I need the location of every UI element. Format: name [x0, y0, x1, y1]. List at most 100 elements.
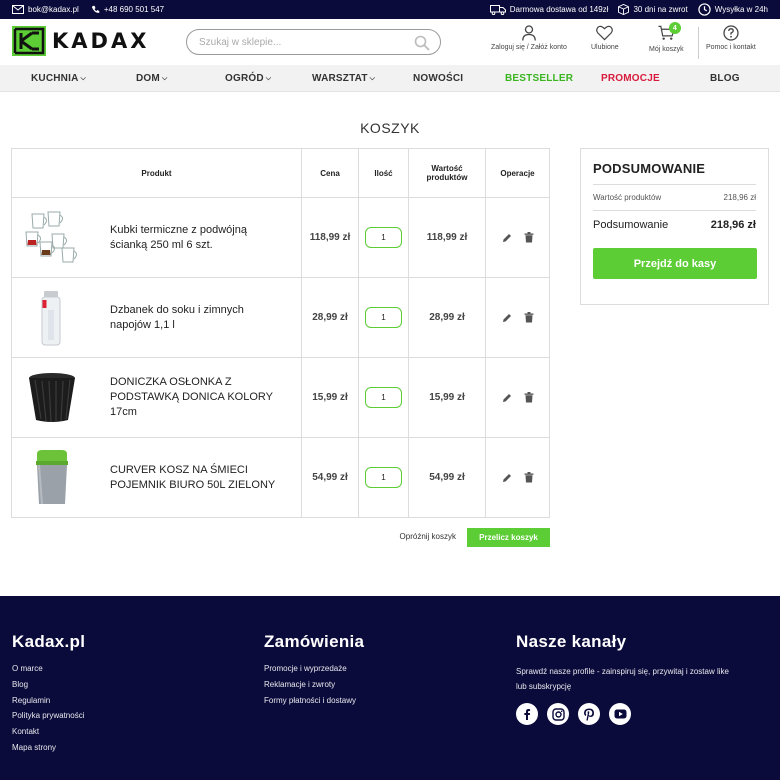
nav-item-ogrod[interactable]: OGRÓD ⌵	[225, 65, 271, 92]
chevron-down-icon: ⌵	[161, 74, 168, 82]
footer-link-promotions[interactable]: Promocje i wyprzedaże	[264, 664, 364, 680]
quantity-input[interactable]: 1	[365, 467, 402, 488]
footer-heading: Nasze kanały	[516, 632, 627, 651]
line-total: 118,99 zł	[426, 232, 468, 243]
trash-icon[interactable]	[524, 312, 534, 323]
unit-price: 28,99 zł	[312, 312, 348, 323]
header-operations: Operacje	[485, 149, 549, 197]
quantity-input[interactable]: 1	[365, 307, 402, 328]
operations-cell	[485, 278, 549, 357]
footer-link-returns[interactable]: Reklamacje i zwroty	[264, 680, 364, 696]
email-contact[interactable]: bok@kadax.pl	[12, 5, 79, 14]
user-icon	[522, 25, 536, 41]
returns-text: 30 dni na zwrot	[633, 5, 688, 14]
nav-item-nowosci[interactable]: NOWOŚCI	[413, 65, 463, 92]
quantity-input[interactable]: 1	[365, 227, 402, 248]
product-image-flower-pot[interactable]	[22, 368, 82, 428]
summary-products-row: Wartość produktów 218,96 zł	[593, 185, 756, 211]
cart-table-header: Produkt Cena Ilość Wartość produktów Ope…	[12, 149, 549, 197]
nav-item-promocje[interactable]: PROMOCJE	[601, 65, 660, 92]
footer-link-o-marce[interactable]: O marce	[12, 664, 85, 680]
footer-link-privacy[interactable]: Polityka prywatności	[12, 711, 85, 727]
edit-pencil-icon[interactable]	[502, 473, 512, 483]
header-actions: Zaloguj się / Załóż konto Ulubione 4 Mój…	[0, 22, 780, 65]
product-name[interactable]: DONICZKA OSŁONKA Z PODSTAWKĄ DONICA KOLO…	[110, 375, 280, 420]
nav-label: NOWOŚCI	[413, 73, 464, 84]
unit-price: 54,99 zł	[312, 472, 348, 483]
youtube-icon[interactable]	[609, 703, 631, 725]
chevron-down-icon: ⌵	[369, 74, 376, 82]
edit-pencil-icon[interactable]	[502, 313, 512, 323]
operations-cell	[485, 198, 549, 277]
nav-item-dom[interactable]: DOM ⌵	[136, 65, 167, 92]
dispatch-info: Wysyłka w 24h	[698, 3, 768, 16]
summary-total-row: Podsumowanie 218,96 zł	[593, 211, 756, 239]
site-footer: Kadax.pl O marce Blog Regulamin Polityka…	[0, 596, 780, 780]
checkout-button[interactable]: Przejdź do kasy	[593, 248, 757, 279]
cart-link[interactable]: 4 Mój koszyk	[649, 22, 684, 53]
line-total: 28,99 zł	[429, 312, 465, 323]
trash-icon[interactable]	[524, 232, 534, 243]
login-link[interactable]: Zaloguj się / Załóż konto	[491, 25, 567, 51]
footer-col-channels: Nasze kanały Sprawdź nasze profile - zai…	[516, 632, 731, 725]
footer-link-blog[interactable]: Blog	[12, 680, 85, 696]
table-row: CURVER KOSZ NA ŚMIECI POJEMNIK BIURO 50L…	[12, 437, 549, 517]
value-cell: 118,99 zł	[408, 198, 485, 277]
chevron-down-icon: ⌵	[265, 74, 272, 82]
cart-count-badge: 4	[668, 22, 681, 34]
nav-label: WARSZTAT	[312, 73, 368, 84]
footer-link-regulamin[interactable]: Regulamin	[12, 696, 85, 712]
edit-pencil-icon[interactable]	[502, 393, 512, 403]
header-value-label: Wartość produktów	[426, 164, 468, 182]
nav-item-bestseller[interactable]: BESTSELLER	[505, 65, 573, 92]
product-cell: Dzbanek do soku i zimnych napojów 1,1 l	[12, 278, 301, 357]
product-image-thermal-cups[interactable]	[22, 208, 82, 268]
table-row: Kubki termiczne z podwójną ścianką 250 m…	[12, 197, 549, 277]
cart-actions: Opróżnij koszyk Przelicz koszyk	[0, 528, 550, 548]
phone-text: +48 690 501 547	[103, 5, 165, 14]
footer-link-payment[interactable]: Formy płatności i dostawy	[264, 696, 364, 712]
facebook-icon[interactable]	[516, 703, 538, 725]
quantity-input[interactable]: 1	[365, 387, 402, 408]
question-icon	[723, 25, 739, 41]
nav-item-warsztat[interactable]: WARSZTAT ⌵	[312, 65, 375, 92]
trash-icon[interactable]	[524, 392, 534, 403]
favorites-link[interactable]: Ulubione	[591, 25, 619, 51]
price-cell: 54,99 zł	[301, 438, 358, 517]
pinterest-icon[interactable]	[578, 703, 600, 725]
recalculate-cart-button[interactable]: Przelicz koszyk	[467, 528, 550, 547]
footer-col-orders: Zamówienia Promocje i wyprzedaże Reklama…	[264, 632, 364, 711]
product-cell: Kubki termiczne z podwójną ścianką 250 m…	[12, 198, 301, 277]
heart-icon	[596, 25, 614, 41]
nav-item-kuchnia[interactable]: KUCHNIA ⌵	[31, 65, 86, 92]
main-nav: KUCHNIA ⌵ DOM ⌵ OGRÓD ⌵ WARSZTAT ⌵ NOWOŚCI B…	[0, 65, 780, 92]
nav-label: KUCHNIA	[31, 73, 79, 84]
email-text: bok@kadax.pl	[28, 5, 79, 14]
help-link[interactable]: Pomoc i kontakt	[706, 25, 756, 51]
product-cell: DONICZKA OSŁONKA Z PODSTAWKĄ DONICA KOLO…	[12, 358, 301, 437]
phone-contact[interactable]: +48 690 501 547	[91, 5, 164, 14]
nav-item-blog[interactable]: BLOG	[710, 65, 740, 92]
unit-price: 15,99 zł	[312, 392, 348, 403]
order-summary: PODSUMOWANIE Wartość produktów 218,96 zł…	[580, 148, 769, 305]
quantity-cell: 1	[358, 278, 408, 357]
trash-icon[interactable]	[524, 472, 534, 483]
edit-pencil-icon[interactable]	[502, 233, 512, 243]
unit-price: 118,99 zł	[309, 232, 351, 243]
value-cell: 54,99 zł	[408, 438, 485, 517]
footer-link-sitemap[interactable]: Mapa strony	[12, 743, 85, 759]
product-cell: CURVER KOSZ NA ŚMIECI POJEMNIK BIURO 50L…	[12, 438, 301, 517]
product-name[interactable]: Dzbanek do soku i zimnych napojów 1,1 l	[110, 303, 280, 333]
empty-cart-link[interactable]: Opróżnij koszyk	[400, 532, 456, 541]
box-icon	[618, 4, 630, 15]
product-name[interactable]: Kubki termiczne z podwójną ścianką 250 m…	[110, 223, 280, 253]
clock-icon	[698, 3, 711, 16]
product-name[interactable]: CURVER KOSZ NA ŚMIECI POJEMNIK BIURO 50L…	[110, 463, 280, 493]
help-label: Pomoc i kontakt	[706, 44, 756, 51]
quantity-cell: 1	[358, 198, 408, 277]
product-image-juice-jug[interactable]	[22, 288, 82, 348]
instagram-icon[interactable]	[547, 703, 569, 725]
footer-link-contact[interactable]: Kontakt	[12, 727, 85, 743]
returns-info: 30 dni na zwrot	[618, 4, 688, 15]
product-image-waste-bin[interactable]	[22, 448, 82, 508]
